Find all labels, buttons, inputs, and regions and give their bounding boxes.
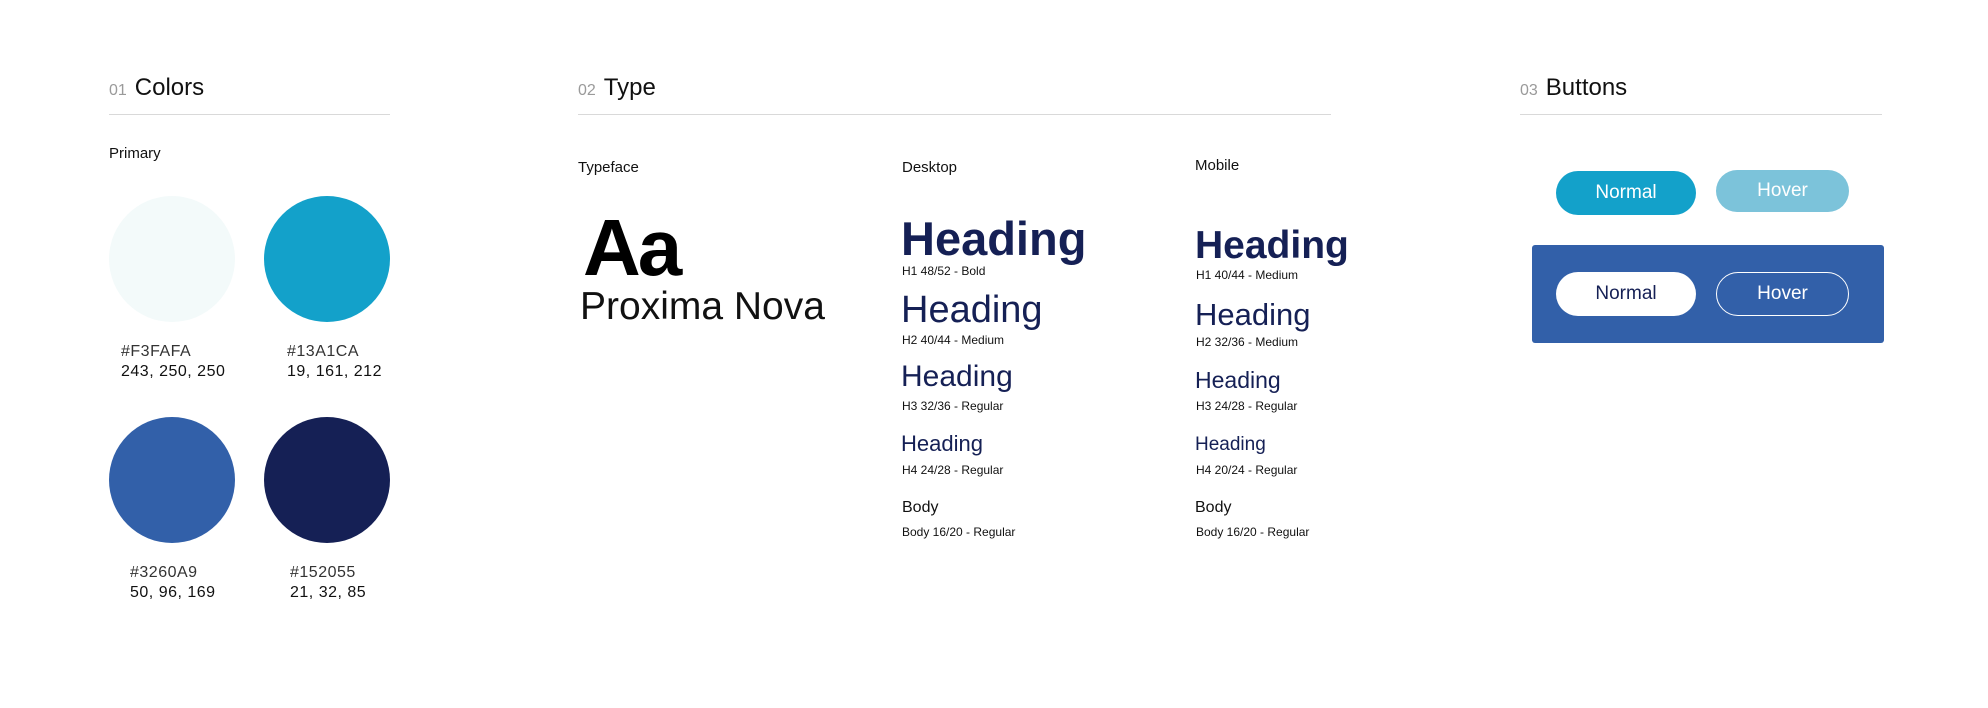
desktop-h2-sample: Heading bbox=[901, 289, 1043, 331]
desktop-h3-spec: H3 32/36 - Regular bbox=[902, 399, 1004, 413]
desktop-h1-sample: Heading bbox=[901, 212, 1087, 265]
primary-colors-label: Primary bbox=[109, 145, 161, 162]
desktop-h4-spec: H4 24/28 - Regular bbox=[902, 463, 1004, 477]
swatch-hex: #152055 bbox=[290, 564, 356, 581]
normal-button[interactable]: Normal bbox=[1556, 171, 1696, 215]
hover-outline-button[interactable]: Hover bbox=[1716, 272, 1849, 316]
mobile-h1-spec: H1 40/44 - Medium bbox=[1196, 268, 1299, 282]
mobile-body-sample: Body bbox=[1195, 499, 1232, 516]
color-swatch-3260a9 bbox=[109, 417, 235, 543]
section-number: 03 bbox=[1520, 82, 1538, 99]
desktop-h4-sample: Heading bbox=[901, 431, 983, 456]
mobile-h3-sample: Heading bbox=[1195, 367, 1281, 393]
swatch-hex: #F3FAFA bbox=[121, 343, 192, 360]
mobile-label: Mobile bbox=[1195, 157, 1240, 174]
mobile-body-spec: Body 16/20 - Regular bbox=[1196, 525, 1310, 539]
mobile-h2-sample: Heading bbox=[1195, 297, 1311, 332]
type-section-header: 02 Type bbox=[578, 74, 1331, 115]
color-swatch-13a1ca bbox=[264, 196, 390, 322]
typeface-family-name: Proxima Nova bbox=[580, 285, 825, 328]
section-title: Buttons bbox=[1545, 74, 1628, 101]
swatch-rgb: 50, 96, 169 bbox=[130, 584, 216, 601]
hover-button[interactable]: Hover bbox=[1716, 170, 1849, 212]
desktop-body-spec: Body 16/20 - Regular bbox=[902, 525, 1016, 539]
section-title: Type bbox=[603, 74, 656, 101]
mobile-h3-spec: H3 24/28 - Regular bbox=[1196, 399, 1298, 413]
mobile-h4-spec: H4 20/24 - Regular bbox=[1196, 463, 1298, 477]
mobile-h1-sample: Heading bbox=[1195, 224, 1349, 267]
mobile-h4-sample: Heading bbox=[1195, 434, 1266, 455]
buttons-section-header: 03 Buttons bbox=[1520, 74, 1882, 115]
typeface-sample: Aa bbox=[583, 203, 682, 292]
desktop-h1-spec: H1 48/52 - Bold bbox=[902, 264, 986, 278]
mobile-h2-spec: H2 32/36 - Medium bbox=[1196, 335, 1299, 349]
swatch-rgb: 19, 161, 212 bbox=[287, 363, 382, 380]
swatch-hex: #13A1CA bbox=[287, 343, 359, 360]
colors-section-header: 01 Colors bbox=[109, 74, 390, 115]
desktop-h2-spec: H2 40/44 - Medium bbox=[902, 333, 1005, 347]
color-swatch-152055 bbox=[264, 417, 390, 543]
section-number: 02 bbox=[578, 82, 596, 99]
normal-outline-button[interactable]: Normal bbox=[1556, 272, 1696, 316]
swatch-hex: #3260A9 bbox=[130, 564, 198, 581]
desktop-body-sample: Body bbox=[902, 499, 939, 516]
desktop-h3-sample: Heading bbox=[901, 360, 1013, 393]
desktop-label: Desktop bbox=[902, 159, 958, 176]
swatch-rgb: 21, 32, 85 bbox=[290, 584, 367, 601]
swatch-rgb: 243, 250, 250 bbox=[121, 363, 226, 380]
section-number: 01 bbox=[109, 82, 127, 99]
typeface-label: Typeface bbox=[578, 159, 639, 176]
color-swatch-f3fafa bbox=[109, 196, 235, 322]
section-title: Colors bbox=[134, 74, 205, 101]
